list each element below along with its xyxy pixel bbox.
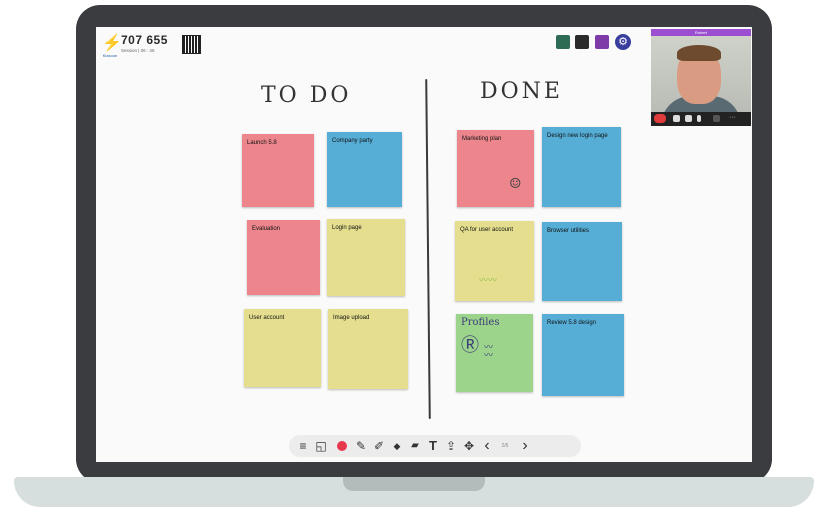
video-person-hair bbox=[677, 45, 721, 61]
menu-icon[interactable]: ≡ bbox=[293, 435, 313, 457]
done-heading: DONE bbox=[480, 79, 563, 104]
session-info: Session | 06 : 45 bbox=[121, 48, 155, 53]
camera-icon[interactable] bbox=[685, 115, 692, 122]
sticky-note-text: Marketing plan bbox=[462, 136, 502, 142]
shape-icon[interactable]: ▰ bbox=[405, 435, 425, 457]
app-screen: ⚡ Klaxoon 707 655 Session | 06 : 45 ⚙ Ro… bbox=[96, 27, 752, 462]
sticky-note-text: Profiles bbox=[461, 317, 500, 328]
session-code: 707 655 bbox=[121, 33, 168, 47]
sticky-note[interactable]: Review 5.8 design bbox=[542, 314, 624, 396]
todo-heading: TO DO bbox=[261, 83, 352, 108]
sticky-note[interactable]: Design new login page bbox=[542, 127, 621, 207]
prev-page-icon[interactable]: ‹ bbox=[477, 435, 497, 457]
scribble-doodle-icon: 〰〰 bbox=[484, 343, 494, 361]
color-picker-icon[interactable] bbox=[337, 441, 347, 451]
profile-doodle-icon: Ⓡ bbox=[461, 335, 479, 356]
logo-text: Klaxoon bbox=[102, 53, 118, 58]
laptop-notch bbox=[343, 477, 485, 491]
participant-avatar[interactable] bbox=[556, 35, 570, 49]
sticky-note[interactable]: Login page bbox=[327, 219, 405, 296]
sticky-note[interactable]: Company party bbox=[327, 132, 402, 207]
sticky-note[interactable]: QA for user account 〰〰 bbox=[455, 221, 534, 301]
next-page-icon[interactable]: › bbox=[515, 435, 535, 457]
share-icon[interactable]: ⇪ bbox=[441, 435, 461, 457]
video-participant-name: Robert bbox=[651, 29, 751, 36]
sticky-note[interactable]: Marketing plan ☺ bbox=[457, 130, 534, 207]
pen-icon[interactable]: ✎ bbox=[351, 435, 371, 457]
sticky-note[interactable]: Profiles Ⓡ 〰〰 bbox=[456, 314, 533, 392]
participant-avatar[interactable] bbox=[595, 35, 609, 49]
text-tool-icon[interactable]: T bbox=[423, 435, 443, 457]
video-call-panel[interactable]: Robert ··· bbox=[651, 29, 751, 126]
move-icon[interactable]: ✥ bbox=[459, 435, 479, 457]
screen-share-icon[interactable] bbox=[673, 115, 680, 122]
muted-icon[interactable] bbox=[713, 115, 720, 122]
bottom-toolbar: ≡ ◱ ✎ ✐ ◆ ▰ T ⇪ ✥ ‹ 2/6 › bbox=[289, 435, 581, 457]
sticky-note[interactable]: Image upload bbox=[328, 309, 408, 389]
video-feed bbox=[651, 36, 751, 126]
page-indicator: 2/6 bbox=[501, 443, 509, 449]
checkmark-doodle-icon: 〰〰 bbox=[479, 276, 498, 286]
settings-icon[interactable]: ⚙ bbox=[615, 34, 631, 50]
more-icon[interactable]: ··· bbox=[729, 114, 743, 122]
marker-icon[interactable]: ✐ bbox=[369, 435, 389, 457]
klaxoon-logo-icon[interactable]: ⚡ Klaxoon bbox=[102, 35, 122, 59]
column-divider bbox=[425, 78, 431, 420]
sticky-note-text: QA for user account bbox=[460, 227, 514, 233]
sticky-note[interactable]: Evaluation bbox=[247, 220, 320, 295]
sticky-note[interactable]: User account bbox=[244, 309, 321, 387]
sticky-note[interactable]: Browser utilities bbox=[542, 222, 622, 301]
participant-avatar[interactable] bbox=[575, 35, 589, 49]
qr-code-icon[interactable] bbox=[182, 35, 201, 54]
smiley-doodle-icon: ☺ bbox=[509, 176, 522, 192]
bolt-icon: ⚡ bbox=[102, 35, 122, 52]
eraser-icon[interactable]: ◆ bbox=[387, 435, 407, 457]
mic-icon[interactable] bbox=[697, 115, 701, 122]
hang-up-icon[interactable] bbox=[654, 114, 666, 123]
sticky-note[interactable]: Launch 5.8 bbox=[242, 134, 314, 207]
sticky-note-tool-icon[interactable]: ◱ bbox=[311, 435, 331, 457]
video-controls: ··· bbox=[651, 112, 751, 126]
